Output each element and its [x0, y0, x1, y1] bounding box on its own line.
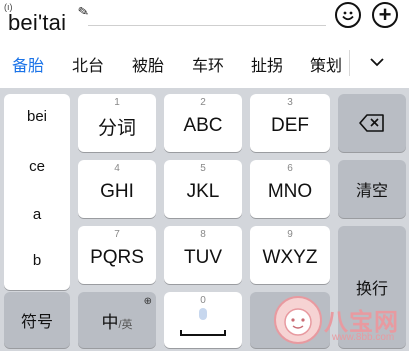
- candidate-2[interactable]: 北台: [72, 52, 104, 76]
- key-label: 换行: [355, 281, 388, 298]
- symbol-key[interactable]: 符号: [4, 292, 70, 348]
- key-label: JKL: [186, 181, 220, 202]
- microphone-icon: [199, 308, 207, 320]
- key-number: 8: [200, 229, 206, 240]
- candidate-3[interactable]: 被胎: [132, 52, 164, 76]
- key-5-jkl[interactable]: 5 JKL: [164, 160, 242, 218]
- pinyin-list[interactable]: bei ce a b: [4, 94, 70, 290]
- key-number: 6: [287, 163, 293, 174]
- key-label: TUV: [184, 247, 222, 268]
- cursor-marker: (ı): [4, 2, 13, 12]
- pinyin-option[interactable]: ce: [4, 158, 70, 175]
- composition-divider: [88, 2, 326, 26]
- backspace-icon: [359, 114, 384, 132]
- language-switch-key[interactable]: ⊕ 中/英: [78, 292, 156, 348]
- key-number: 0: [200, 295, 206, 306]
- smiley-icon: [342, 11, 354, 21]
- key-number: 3: [287, 97, 293, 108]
- pinyin-option[interactable]: bei: [4, 108, 70, 125]
- space-icon: [180, 330, 226, 336]
- plus-icon: +: [378, 2, 392, 27]
- key-number: 4: [114, 163, 120, 174]
- chevron-down-icon[interactable]: [369, 54, 385, 70]
- key-label: ABC: [183, 115, 223, 136]
- key-number: 2: [200, 97, 206, 108]
- pinyin-option[interactable]: b: [4, 252, 70, 269]
- key-label: GHI: [100, 181, 134, 202]
- key-number: 7: [114, 229, 120, 240]
- key-label: PQRS: [90, 247, 144, 268]
- key-6-mno[interactable]: 6 MNO: [250, 160, 330, 218]
- key-9-wxyz[interactable]: 9 WXYZ: [250, 226, 330, 284]
- space-key[interactable]: 0: [164, 292, 242, 348]
- composition-bar: (ı) bei'tai ✎ +: [0, 0, 409, 40]
- key-label: 符号: [20, 314, 53, 331]
- key-number: 1: [114, 97, 120, 108]
- key-label: WXYZ: [262, 247, 318, 268]
- clear-key[interactable]: 清空: [338, 160, 406, 218]
- enter-key[interactable]: 换行: [338, 226, 406, 348]
- candidate-4[interactable]: 车环: [192, 52, 224, 76]
- key-label: 分词: [97, 117, 136, 139]
- add-button[interactable]: +: [372, 2, 398, 28]
- key-2-abc[interactable]: 2 ABC: [164, 94, 242, 152]
- candidate-6[interactable]: 策划: [310, 52, 342, 76]
- key-8-tuv[interactable]: 8 TUV: [164, 226, 242, 284]
- key-label: 清空: [355, 183, 388, 200]
- blank-key[interactable]: [250, 292, 330, 348]
- candidate-5[interactable]: 扯拐: [251, 52, 283, 76]
- globe-icon: ⊕: [143, 296, 152, 307]
- key-label: DEF: [271, 115, 309, 136]
- key-number: 9: [287, 229, 293, 240]
- lang-main-label: 中: [101, 312, 119, 332]
- key-number: 5: [200, 163, 206, 174]
- backspace-key[interactable]: [338, 94, 406, 152]
- candidate-bar: 备胎 北台 被胎 车环 扯拐 策划: [0, 46, 409, 82]
- key-label: MNO: [267, 181, 313, 202]
- key-1-segment[interactable]: 1 分词: [78, 94, 156, 152]
- pinyin-option[interactable]: a: [4, 206, 70, 223]
- lang-alt-label: /英: [118, 318, 133, 331]
- candidate-1[interactable]: 备胎: [12, 52, 44, 76]
- key-4-ghi[interactable]: 4 GHI: [78, 160, 156, 218]
- keyboard: bei ce a b 1 分词 2 ABC 3 DEF 4 GHI 5 JKL …: [0, 88, 409, 351]
- key-3-def[interactable]: 3 DEF: [250, 94, 330, 152]
- key-7-pqrs[interactable]: 7 PQRS: [78, 226, 156, 284]
- composition-text: bei'tai: [8, 10, 67, 35]
- candidate-divider: [349, 50, 350, 76]
- emoji-button[interactable]: [335, 2, 361, 28]
